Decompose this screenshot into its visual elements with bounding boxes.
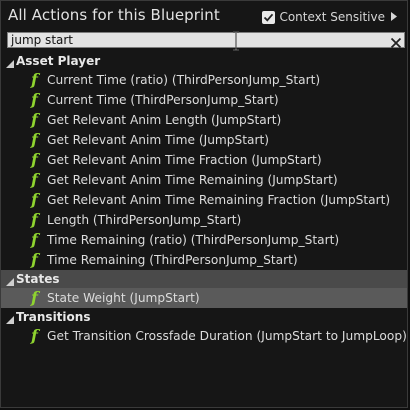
function-icon: f bbox=[31, 288, 38, 307]
collapse-arrow-icon[interactable] bbox=[6, 313, 14, 327]
action-item-get-relevant-anim-time[interactable]: f Get Relevant Anim Time (JumpStart) bbox=[1, 130, 407, 150]
expand-arrow-icon[interactable] bbox=[391, 10, 397, 24]
search-input[interactable]: jump start bbox=[7, 31, 405, 51]
function-icon: f bbox=[31, 210, 38, 229]
category-label: States bbox=[16, 272, 60, 286]
action-item-length[interactable]: f Length (ThirdPersonJump_Start) bbox=[1, 210, 407, 230]
action-item-label: Get Relevant Anim Time Fraction (JumpSta… bbox=[47, 153, 322, 167]
action-item-label: Get Relevant Anim Time Remaining (JumpSt… bbox=[47, 173, 338, 187]
checkmark-icon bbox=[264, 13, 274, 22]
action-item-label: Get Relevant Anim Time Remaining Fractio… bbox=[47, 193, 391, 207]
action-item-current-time-ratio[interactable]: f Current Time (ratio) (ThirdPersonJump_… bbox=[1, 70, 407, 90]
context-sensitive-toggle[interactable]: Context Sensitive bbox=[262, 9, 397, 25]
action-item-get-transition-crossfade-duration[interactable]: f Get Transition Crossfade Duration (Jum… bbox=[1, 326, 407, 346]
action-menu-window: All Actions for this Blueprint Context S… bbox=[0, 0, 408, 408]
action-item-state-weight[interactable]: f State Weight (JumpStart) bbox=[1, 288, 407, 308]
collapse-arrow-icon[interactable] bbox=[6, 275, 14, 289]
action-tree: Asset Player f Current Time (ratio) (Thi… bbox=[1, 52, 407, 346]
action-menu-header: All Actions for this Blueprint Context S… bbox=[1, 1, 407, 31]
category-states[interactable]: States bbox=[1, 270, 407, 288]
function-icon: f bbox=[31, 90, 38, 109]
function-icon: f bbox=[31, 150, 38, 169]
action-item-get-relevant-anim-time-remaining-fraction[interactable]: f Get Relevant Anim Time Remaining Fract… bbox=[1, 190, 407, 210]
function-icon: f bbox=[31, 170, 38, 189]
action-item-label: Current Time (ratio) (ThirdPersonJump_St… bbox=[47, 73, 321, 87]
action-item-get-relevant-anim-time-remaining[interactable]: f Get Relevant Anim Time Remaining (Jump… bbox=[1, 170, 407, 190]
collapse-arrow-icon[interactable] bbox=[6, 57, 14, 71]
context-sensitive-checkbox[interactable] bbox=[262, 10, 276, 24]
context-sensitive-label: Context Sensitive bbox=[279, 10, 385, 24]
menu-title: All Actions for this Blueprint bbox=[8, 6, 220, 24]
function-icon: f bbox=[31, 70, 38, 89]
function-icon: f bbox=[31, 110, 38, 129]
function-icon: f bbox=[31, 250, 38, 269]
action-item-current-time[interactable]: f Current Time (ThirdPersonJump_Start) bbox=[1, 90, 407, 110]
action-item-get-relevant-anim-time-fraction[interactable]: f Get Relevant Anim Time Fraction (JumpS… bbox=[1, 150, 407, 170]
action-item-label: Get Transition Crossfade Duration (JumpS… bbox=[47, 329, 407, 343]
action-item-label: Get Relevant Anim Time (JumpStart) bbox=[47, 133, 270, 147]
function-icon: f bbox=[31, 190, 38, 209]
category-label: Transitions bbox=[16, 310, 91, 324]
function-icon: f bbox=[31, 326, 38, 345]
function-icon: f bbox=[31, 130, 38, 149]
action-item-label: Length (ThirdPersonJump_Start) bbox=[47, 213, 242, 227]
category-transitions[interactable]: Transitions bbox=[1, 308, 407, 326]
action-item-label: Time Remaining (ThirdPersonJump_Start) bbox=[47, 253, 298, 267]
action-item-label: Time Remaining (ratio) (ThirdPersonJump_… bbox=[47, 233, 340, 247]
clear-search-button[interactable] bbox=[390, 34, 402, 53]
action-item-time-remaining[interactable]: f Time Remaining (ThirdPersonJump_Start) bbox=[1, 250, 407, 270]
action-item-time-remaining-ratio[interactable]: f Time Remaining (ratio) (ThirdPersonJum… bbox=[1, 230, 407, 250]
function-icon: f bbox=[31, 230, 38, 249]
close-icon bbox=[390, 37, 402, 49]
action-item-get-relevant-anim-length[interactable]: f Get Relevant Anim Length (JumpStart) bbox=[1, 110, 407, 130]
category-asset-player[interactable]: Asset Player bbox=[1, 52, 407, 70]
action-item-label: State Weight (JumpStart) bbox=[47, 291, 200, 305]
category-label: Asset Player bbox=[16, 54, 101, 68]
action-item-label: Get Relevant Anim Length (JumpStart) bbox=[47, 113, 282, 127]
action-item-label: Current Time (ThirdPersonJump_Start) bbox=[47, 93, 279, 107]
search-input-value[interactable]: jump start bbox=[11, 33, 73, 48]
